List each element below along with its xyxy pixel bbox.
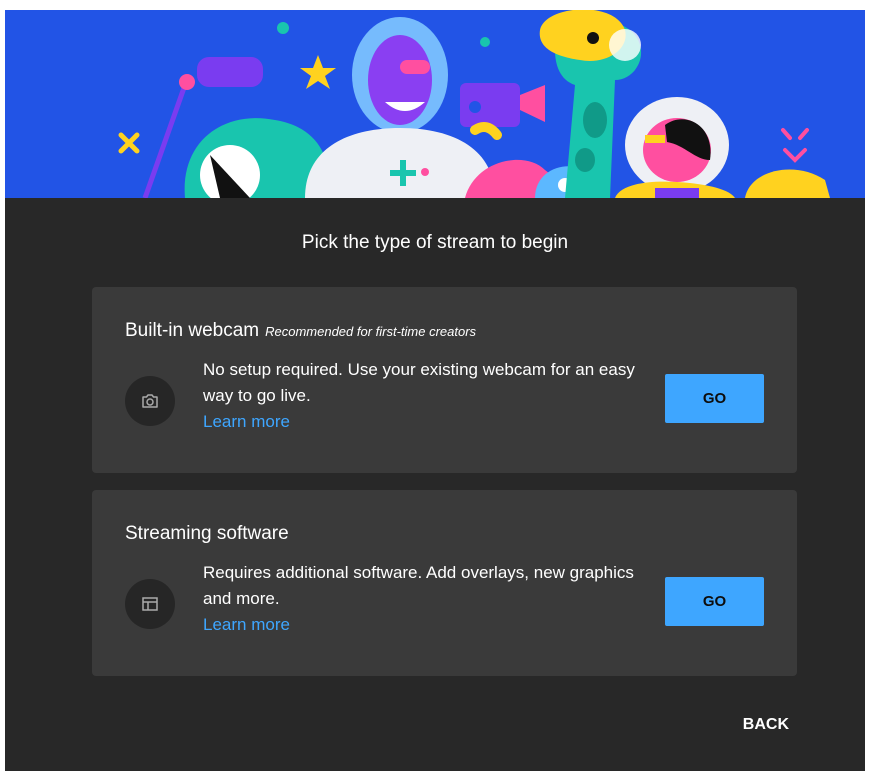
learn-more-link-webcam[interactable]: Learn more	[203, 409, 643, 435]
option-card-streaming-software: Streaming software Requires additional s…	[92, 490, 797, 676]
go-button-software[interactable]: GO	[665, 577, 764, 626]
description-text-webcam: No setup required. Use your existing web…	[203, 360, 635, 405]
layout-icon	[142, 597, 158, 611]
option-title-software: Streaming software	[125, 523, 289, 544]
layout-icon-badge	[125, 579, 175, 629]
recommendation-note: Recommended for first-time creators	[265, 324, 477, 339]
banner-illustration	[5, 10, 865, 198]
option-card-webcam: Built-in webcam Recommended for first-tim…	[92, 287, 797, 473]
learn-more-link-software[interactable]: Learn more	[203, 612, 643, 638]
dialog-title: Pick the type of stream to begin	[301, 232, 569, 253]
banner-artwork	[5, 10, 865, 198]
stream-type-dialog: Pick the type of stream to begin Built-i…	[5, 10, 865, 771]
option-description-webcam: No setup required. Use your existing web…	[203, 357, 643, 435]
camera-icon-badge	[125, 376, 175, 426]
back-button[interactable]: BACK	[717, 707, 797, 743]
go-button-webcam[interactable]: GO	[665, 374, 764, 423]
option-description-software: Requires additional software. Add overla…	[203, 560, 643, 638]
option-title-webcam: Built-in webcam	[125, 320, 260, 341]
option-heading-software: Streaming software	[125, 523, 289, 545]
option-heading-webcam: Built-in webcam Recommended for first-tim…	[125, 320, 476, 342]
description-text-software: Requires additional software. Add overla…	[203, 563, 634, 608]
camera-icon	[142, 394, 158, 408]
